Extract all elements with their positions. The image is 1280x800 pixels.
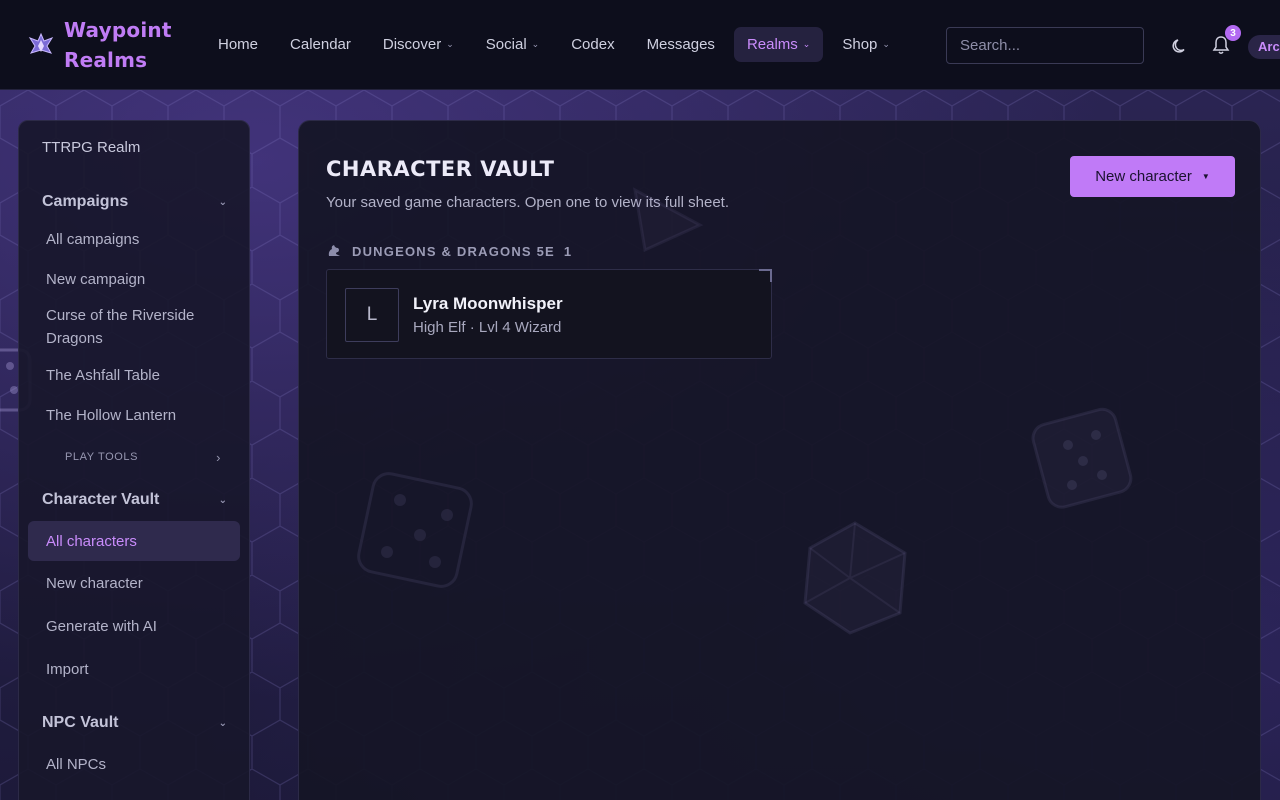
section-title: Character Vault [42, 491, 160, 508]
game-system-name: DUNGEONS & DRAGONS 5E [352, 243, 555, 259]
nav-label: Shop [842, 36, 878, 53]
character-avatar: L [345, 288, 399, 342]
brand-name: Waypoint Realms [64, 17, 172, 72]
character-meta: High Elf · Lvl 4 Wizard [413, 319, 562, 336]
sidebar-item-new-campaign[interactable]: New campaign [28, 259, 240, 299]
main-panel: CHARACTER VAULT Your saved game characte… [298, 120, 1261, 800]
new-character-button[interactable]: New character ▼ [1070, 156, 1235, 197]
sidebar-item-import[interactable]: Import [28, 649, 240, 689]
nav-codex[interactable]: Codex [558, 27, 627, 62]
top-navigation-bar: Waypoint Realms Home Calendar Discover ⌄ … [0, 0, 1280, 90]
card-corner-accent [759, 269, 772, 282]
sidebar-realm-label[interactable]: TTRPG Realm [19, 139, 249, 169]
page-subtitle: Your saved game characters. Open one to … [326, 194, 730, 211]
main-nav: Home Calendar Discover ⌄ Social ⌄ Codex Me… [205, 27, 909, 62]
sidebar-item-all-npcs[interactable]: All NPCs [28, 744, 240, 784]
sidebar-section-npc-vault[interactable]: NPC Vault ⌄ [19, 706, 249, 740]
nav-label: Home [218, 36, 259, 53]
chevron-right-icon: › [216, 449, 221, 465]
nav-social[interactable]: Social ⌄ [473, 27, 552, 62]
nav-label: Calendar [290, 36, 351, 53]
sidebar-section-character-vault[interactable]: Character Vault ⌄ [19, 483, 249, 517]
character-name: Lyra Moonwhisper [413, 294, 563, 313]
page-title: CHARACTER VAULT [326, 157, 555, 181]
sidebar-item-all-campaigns[interactable]: All campaigns [28, 219, 240, 259]
chevron-down-icon: ⌄ [882, 39, 890, 49]
nav-realms[interactable]: Realms ⌄ [733, 27, 824, 62]
chevron-down-icon: ⌄ [218, 196, 227, 208]
brand[interactable]: Waypoint Realms [27, 15, 197, 75]
chevron-down-icon: ⌄ [218, 717, 227, 729]
sidebar-item-all-characters[interactable]: All characters [28, 521, 240, 561]
nav-messages[interactable]: Messages [634, 27, 728, 62]
sidebar-item-generate-with-ai[interactable]: Generate with AI [28, 606, 240, 646]
section-title: NPC Vault [42, 714, 119, 731]
notification-count-badge: 3 [1225, 25, 1241, 41]
sidebar: TTRPG Realm Campaigns ⌄ All campaigns Ne… [18, 120, 250, 800]
character-card[interactable]: L Lyra Moonwhisper High Elf · Lvl 4 Wiza… [326, 269, 772, 359]
chevron-down-icon: ⌄ [531, 39, 540, 49]
sidebar-item-curse-of-the-riverside-dragons[interactable]: Curse of the Riverside Dragons [28, 299, 240, 355]
dragon-icon [328, 245, 340, 256]
caret-down-icon: ▼ [1201, 172, 1210, 181]
sidebar-item-new-character[interactable]: New character [28, 563, 240, 603]
nav-label: Realms [746, 36, 798, 53]
search-input[interactable] [946, 27, 1144, 64]
chevron-down-icon: ⌄ [446, 39, 454, 49]
logo-icon [28, 32, 54, 54]
new-character-label: New character [1095, 168, 1192, 185]
nav-home[interactable]: Home [205, 27, 271, 62]
section-title: Campaigns [42, 193, 129, 210]
nav-label: Codex [571, 36, 615, 53]
nav-label: Social [485, 36, 527, 53]
nav-calendar[interactable]: Calendar [277, 27, 364, 62]
chevron-down-icon: ⌄ [802, 39, 811, 49]
sidebar-section-campaigns[interactable]: Campaigns ⌄ [19, 185, 249, 219]
sidebar-play-tools[interactable]: PLAY TOOLS › [19, 437, 249, 477]
theme-moon-icon [1172, 39, 1185, 53]
play-tools-label: PLAY TOOLS [65, 451, 139, 463]
game-system-count: 1 [563, 243, 573, 259]
nav-label: Messages [646, 36, 715, 53]
nav-discover[interactable]: Discover ⌄ [370, 27, 467, 62]
sidebar-item-the-hollow-lantern[interactable]: The Hollow Lantern [28, 395, 240, 435]
user-menu-button[interactable]: Arc [1248, 35, 1280, 59]
sidebar-item-the-ashfall-table[interactable]: The Ashfall Table [28, 355, 240, 395]
theme-toggle-button[interactable] [1169, 34, 1191, 56]
nav-label: Discover [382, 36, 442, 53]
nav-shop[interactable]: Shop ⌄ [829, 27, 903, 62]
chevron-down-icon: ⌄ [218, 494, 227, 506]
game-system-group-header: DUNGEONS & DRAGONS 5E 1 [326, 243, 572, 259]
